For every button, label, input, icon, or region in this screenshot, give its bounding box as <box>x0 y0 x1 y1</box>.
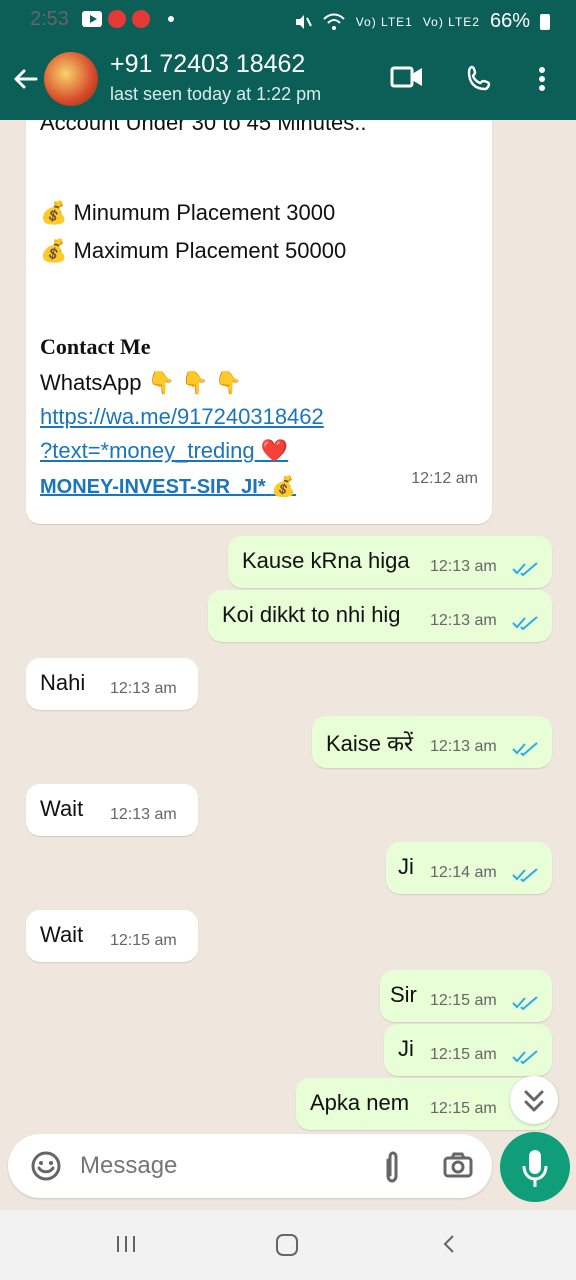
avatar[interactable] <box>44 52 98 106</box>
double-chevron-down-icon[interactable] <box>510 1076 558 1124</box>
system-navigation-bar <box>0 1210 576 1280</box>
status-bar: 2:53 Vo) LTE1 Vo) LTE2 66% <box>0 0 576 44</box>
message-time: 12:12 am <box>411 470 478 487</box>
link-url-cont[interactable]: ?text=*money_treding ❤️ <box>40 438 288 464</box>
battery-icon <box>540 13 550 30</box>
message-text: Nahi <box>40 670 86 695</box>
message-time: 12:13 am <box>430 738 497 755</box>
message-time: 12:13 am <box>110 806 177 823</box>
message-time: 12:14 am <box>430 864 497 881</box>
chat-area[interactable]: Account Under 30 to 45 Minutes.. 💰 Minum… <box>0 120 576 1132</box>
message-composer[interactable] <box>8 1134 492 1198</box>
status-time: 2:53 <box>30 8 69 30</box>
paperclip-icon[interactable] <box>380 1150 404 1184</box>
pointing-down-icon: 👇 <box>181 370 209 395</box>
pointing-down-icon: 👇 <box>214 370 243 395</box>
status-right-icons: Vo) LTE1 Vo) LTE2 66% <box>294 10 550 33</box>
double-check-icon <box>512 616 538 630</box>
app-badge-icon <box>108 10 126 28</box>
nav-back-icon[interactable] <box>438 1232 462 1256</box>
status-left-icons <box>82 10 174 28</box>
recent-apps-icon[interactable] <box>114 1232 138 1256</box>
message-time: 12:15 am <box>430 1100 497 1117</box>
message-text: 💰 Minumum Placement 3000 <box>40 200 336 225</box>
outgoing-message[interactable]: Ji 12:14 am <box>386 842 552 894</box>
incoming-message[interactable]: Wait 12:15 am <box>26 910 198 962</box>
money-bag-icon: 💰 <box>40 238 68 263</box>
contact-title[interactable]: +91 72403 18462 <box>110 50 305 79</box>
bold-link[interactable]: MONEY-INVEST-SIR_JI* 💰 <box>40 474 296 499</box>
camera-icon[interactable] <box>442 1150 474 1180</box>
more-vert-icon[interactable] <box>530 64 554 94</box>
outgoing-message[interactable]: Sir 12:15 am <box>380 970 552 1022</box>
chat-header: +91 72403 18462 last seen today at 1:22 … <box>0 44 576 120</box>
double-check-icon <box>512 742 538 756</box>
message-text: Wait <box>40 796 84 821</box>
outgoing-message[interactable]: Kaise करें 12:13 am <box>312 716 552 768</box>
message-text: Kause kRna higa <box>242 548 410 573</box>
outgoing-message[interactable]: Kause kRna higa 12:13 am <box>228 536 552 588</box>
mic-button[interactable] <box>500 1132 570 1202</box>
red-heart-icon: ❤️ <box>260 438 289 463</box>
message-time: 12:15 am <box>430 992 497 1009</box>
message-input[interactable] <box>80 1144 370 1188</box>
phone-call-icon[interactable] <box>464 64 494 94</box>
whatsapp-line: WhatsApp 👇 👇 👇 <box>40 370 243 395</box>
mute-icon <box>295 14 312 29</box>
battery-percent: 66% <box>489 10 530 32</box>
wifi-icon <box>322 13 345 30</box>
contact-heading: Contact Me <box>40 334 151 359</box>
money-bag-icon: 💰 <box>271 476 297 498</box>
network-label-2: Vo) LTE2 <box>422 14 480 29</box>
message-text: Sir <box>390 982 417 1007</box>
money-bag-icon: 💰 <box>40 200 68 225</box>
last-seen: last seen today at 1:22 pm <box>110 84 322 104</box>
message-text: Koi dikkt to nhi hig <box>222 602 401 627</box>
top-app-bar: 2:53 Vo) LTE1 Vo) LTE2 66% +91 72403 184… <box>0 0 576 120</box>
double-check-icon <box>512 1050 538 1064</box>
double-check-icon <box>512 868 538 882</box>
message-text: 💰 Maximum Placement 50000 <box>40 238 347 263</box>
outgoing-message[interactable]: Ji 12:15 am <box>384 1024 552 1076</box>
message-text: Apka nem <box>310 1090 410 1115</box>
message-text: Ji <box>398 854 414 879</box>
message-time: 12:13 am <box>430 612 497 629</box>
pointing-down-icon: 👇 <box>147 370 176 395</box>
back-arrow-icon[interactable] <box>10 64 40 94</box>
message-text: Wait <box>40 922 84 947</box>
youtube-icon <box>82 11 102 27</box>
incoming-message[interactable]: Wait 12:13 am <box>26 784 198 836</box>
notification-dot-icon <box>168 16 174 22</box>
message-time: 12:13 am <box>430 558 497 575</box>
incoming-message[interactable]: Account Under 30 to 45 Minutes.. 💰 Minum… <box>26 120 492 524</box>
emoji-icon[interactable] <box>30 1150 62 1182</box>
incoming-message[interactable]: Nahi 12:13 am <box>26 658 198 710</box>
message-time: 12:15 am <box>110 932 177 949</box>
mic-icon <box>522 1150 548 1187</box>
message-text: Account Under 30 to 45 Minutes.. <box>40 120 367 135</box>
outgoing-message[interactable]: Koi dikkt to nhi hig 12:13 am <box>208 590 552 642</box>
home-icon[interactable] <box>274 1232 300 1258</box>
link-url[interactable]: https://wa.me/917240318462 <box>40 404 324 430</box>
message-text: Kaise करें <box>326 731 414 756</box>
message-time: 12:13 am <box>110 680 177 697</box>
double-check-icon <box>512 562 538 576</box>
message-text: Ji <box>398 1036 414 1061</box>
double-check-icon <box>512 996 538 1010</box>
message-time: 12:15 am <box>430 1046 497 1063</box>
app-badge-icon <box>132 10 150 28</box>
network-label-1: Vo) LTE1 <box>355 14 413 29</box>
video-call-icon[interactable] <box>390 64 424 90</box>
